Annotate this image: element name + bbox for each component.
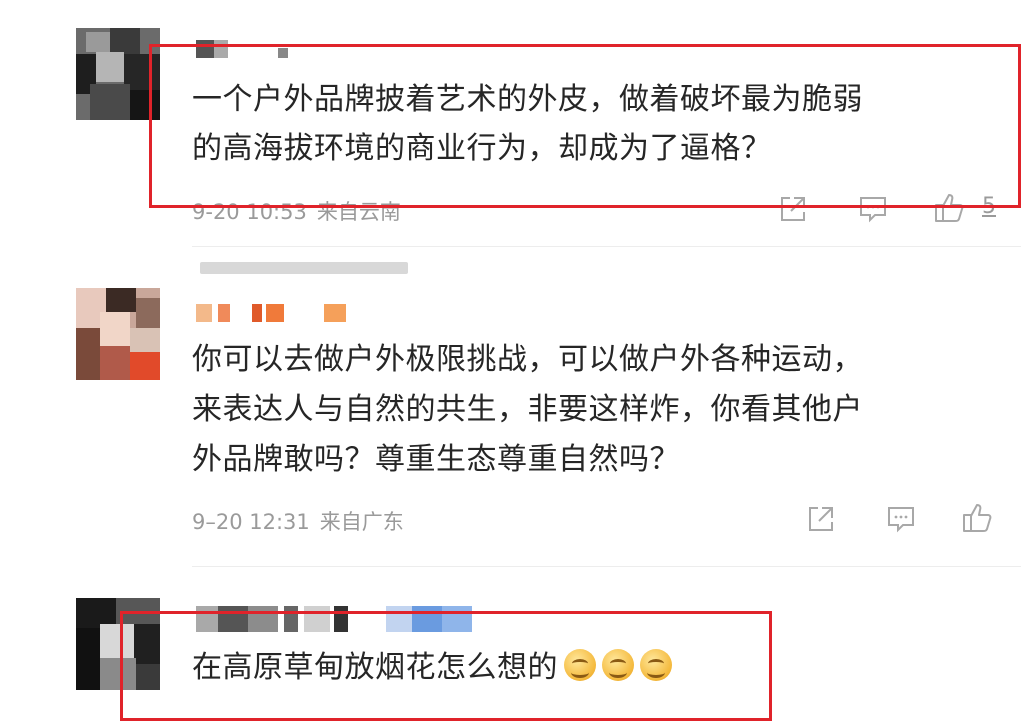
comment-text: 在高原草甸放烟花怎么想的	[192, 646, 672, 690]
username-blurred[interactable]	[196, 606, 486, 632]
grin-emoji-icon	[602, 649, 634, 681]
grin-emoji-icon	[564, 649, 596, 681]
comment-text-content: 在高原草甸放烟花怎么想的	[192, 650, 558, 685]
comment-3: 在高原草甸放烟花怎么想的	[0, 0, 1021, 716]
grin-emoji-icon	[640, 649, 672, 681]
avatar[interactable]	[76, 598, 160, 690]
